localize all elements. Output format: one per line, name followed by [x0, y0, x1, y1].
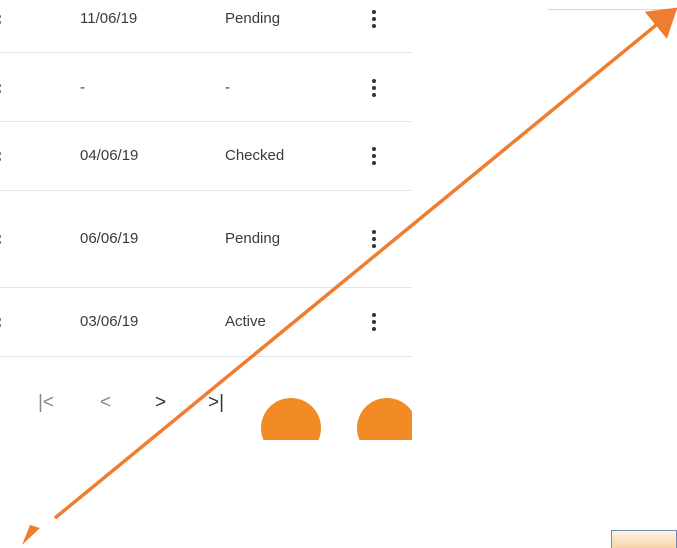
annotation-arrow: [22, 7, 677, 545]
corner-button[interactable]: [611, 530, 677, 548]
